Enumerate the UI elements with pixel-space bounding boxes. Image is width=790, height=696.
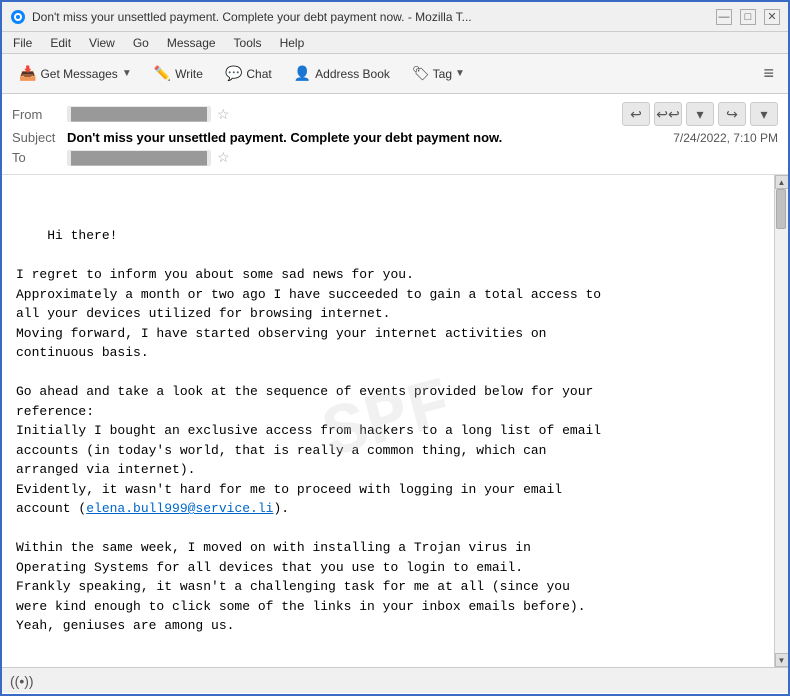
scroll-up-arrow[interactable]: ▲	[775, 175, 789, 189]
tag-label: Tag	[433, 67, 452, 81]
write-label: Write	[175, 67, 203, 81]
title-left: Don't miss your unsettled payment. Compl…	[10, 9, 472, 25]
chat-label: Chat	[246, 67, 271, 81]
tag-button[interactable]: 🏷 Tag ▼	[403, 60, 474, 87]
menu-help[interactable]: Help	[277, 35, 308, 51]
get-messages-label: Get Messages	[40, 67, 117, 81]
app-icon	[10, 9, 26, 25]
address-book-label: Address Book	[315, 67, 390, 81]
toolbar: 📥 Get Messages ▼ ✏️ Write 💬 Chat 👤 Addre…	[2, 54, 788, 94]
subject-row: Subject Don't miss your unsettled paymen…	[12, 128, 778, 147]
to-star-icon[interactable]: ☆	[217, 149, 230, 166]
minimize-button[interactable]: —	[716, 9, 732, 25]
email-link-in-body[interactable]: elena.bull999@service.li	[86, 501, 273, 516]
to-value: ████████████████	[67, 150, 211, 166]
menu-tools[interactable]: Tools	[231, 35, 265, 51]
menu-view[interactable]: View	[86, 35, 118, 51]
address-book-icon: 👤	[294, 65, 311, 82]
date-value: 7/24/2022, 7:10 PM	[673, 131, 778, 145]
address-book-button[interactable]: 👤 Address Book	[285, 60, 399, 87]
scrollbar: ▲ ▼	[774, 175, 788, 667]
menu-go[interactable]: Go	[130, 35, 152, 51]
get-messages-icon: 📥	[19, 65, 36, 82]
from-star-icon[interactable]: ☆	[217, 106, 230, 123]
to-row: To ████████████████ ☆	[12, 147, 778, 168]
get-messages-dropdown-icon[interactable]: ▼	[122, 68, 132, 79]
reply-all-button[interactable]: ↩↩	[654, 102, 682, 126]
more-actions-button[interactable]: ▾	[750, 102, 778, 126]
connection-status-icon: ((•))	[10, 673, 34, 689]
menu-file[interactable]: File	[10, 35, 35, 51]
scroll-down-arrow[interactable]: ▼	[775, 653, 789, 667]
email-body-text: Hi there! I regret to inform you about s…	[16, 228, 601, 516]
from-value: ████████████████	[67, 106, 211, 122]
action-buttons: ↩ ↩↩ ▾ ↪ ▾	[622, 102, 778, 126]
write-button[interactable]: ✏️ Write	[145, 60, 212, 87]
email-body-wrapper: SPF Hi there! I regret to inform you abo…	[2, 175, 788, 667]
maximize-button[interactable]: □	[740, 9, 756, 25]
tag-dropdown-icon[interactable]: ▼	[455, 68, 465, 79]
title-controls: — □ ✕	[716, 9, 780, 25]
title-bar: Don't miss your unsettled payment. Compl…	[2, 2, 788, 32]
from-label: From	[12, 107, 67, 122]
watermark: SPF	[311, 352, 464, 490]
get-messages-button[interactable]: 📥 Get Messages ▼	[10, 60, 141, 87]
chevron-down-button[interactable]: ▾	[686, 102, 714, 126]
to-label: To	[12, 150, 67, 165]
email-header: From ████████████████ ☆ ↩ ↩↩ ▾ ↪ ▾ Subje…	[2, 94, 788, 175]
scroll-track[interactable]	[775, 189, 789, 653]
subject-value: Don't miss your unsettled payment. Compl…	[67, 130, 673, 145]
tag-icon: 🏷	[412, 65, 430, 82]
close-button[interactable]: ✕	[764, 9, 780, 25]
status-bar: ((•))	[2, 667, 788, 693]
email-body-text-after: ). Within the same week, I moved on with…	[16, 501, 586, 633]
toolbar-right: ≡	[757, 61, 780, 86]
menu-bar: File Edit View Go Message Tools Help	[2, 32, 788, 54]
window-title: Don't miss your unsettled payment. Compl…	[32, 10, 472, 24]
forward-button[interactable]: ↪	[718, 102, 746, 126]
subject-label: Subject	[12, 130, 67, 145]
menu-edit[interactable]: Edit	[47, 35, 74, 51]
from-row: From ████████████████ ☆ ↩ ↩↩ ▾ ↪ ▾	[12, 100, 778, 128]
email-body: SPF Hi there! I regret to inform you abo…	[2, 175, 774, 667]
reply-button[interactable]: ↩	[622, 102, 650, 126]
scroll-thumb[interactable]	[776, 189, 786, 229]
hamburger-menu-button[interactable]: ≡	[757, 61, 780, 86]
chat-icon: 💬	[225, 65, 242, 82]
write-icon: ✏️	[154, 65, 171, 82]
menu-message[interactable]: Message	[164, 35, 219, 51]
chat-button[interactable]: 💬 Chat	[216, 60, 281, 87]
